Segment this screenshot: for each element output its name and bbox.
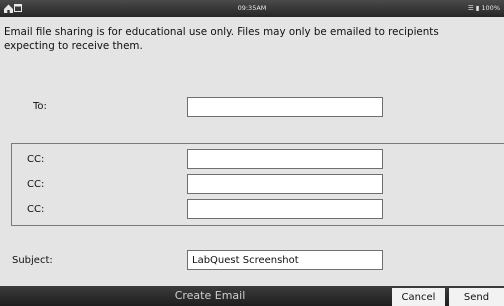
cc-field-3[interactable]	[187, 199, 383, 219]
screen-title: Create Email	[174, 289, 246, 302]
subject-label: Subject:	[12, 255, 53, 266]
status-time: 09:35AM	[237, 4, 267, 12]
to-field[interactable]	[187, 97, 383, 117]
cc-field-1[interactable]	[187, 149, 383, 169]
subject-field[interactable]	[187, 250, 383, 270]
status-bar: 09:35AM ☰ ▮ 100%	[0, 0, 504, 17]
send-button[interactable]: Send	[449, 288, 504, 306]
to-label: To:	[33, 101, 47, 112]
cc-label-2: CC:	[27, 179, 45, 190]
wifi-icon: ☰	[467, 4, 474, 12]
battery-icon: ▮	[475, 4, 480, 12]
cc-label-3: CC:	[27, 204, 45, 215]
status-indicators: ☰ ▮ 100%	[468, 4, 500, 12]
cc-label-1: CC:	[27, 154, 45, 165]
cc-field-2[interactable]	[187, 174, 383, 194]
notice-line-1: Email file sharing is for educational us…	[4, 26, 439, 38]
sharing-notice: Email file sharing is for educational us…	[4, 25, 504, 53]
bottom-bar: Create Email Cancel Send	[0, 286, 504, 306]
battery-percent: 100%	[481, 4, 500, 12]
notice-line-2: expecting to receive them.	[4, 40, 143, 52]
cancel-button[interactable]: Cancel	[392, 288, 445, 306]
